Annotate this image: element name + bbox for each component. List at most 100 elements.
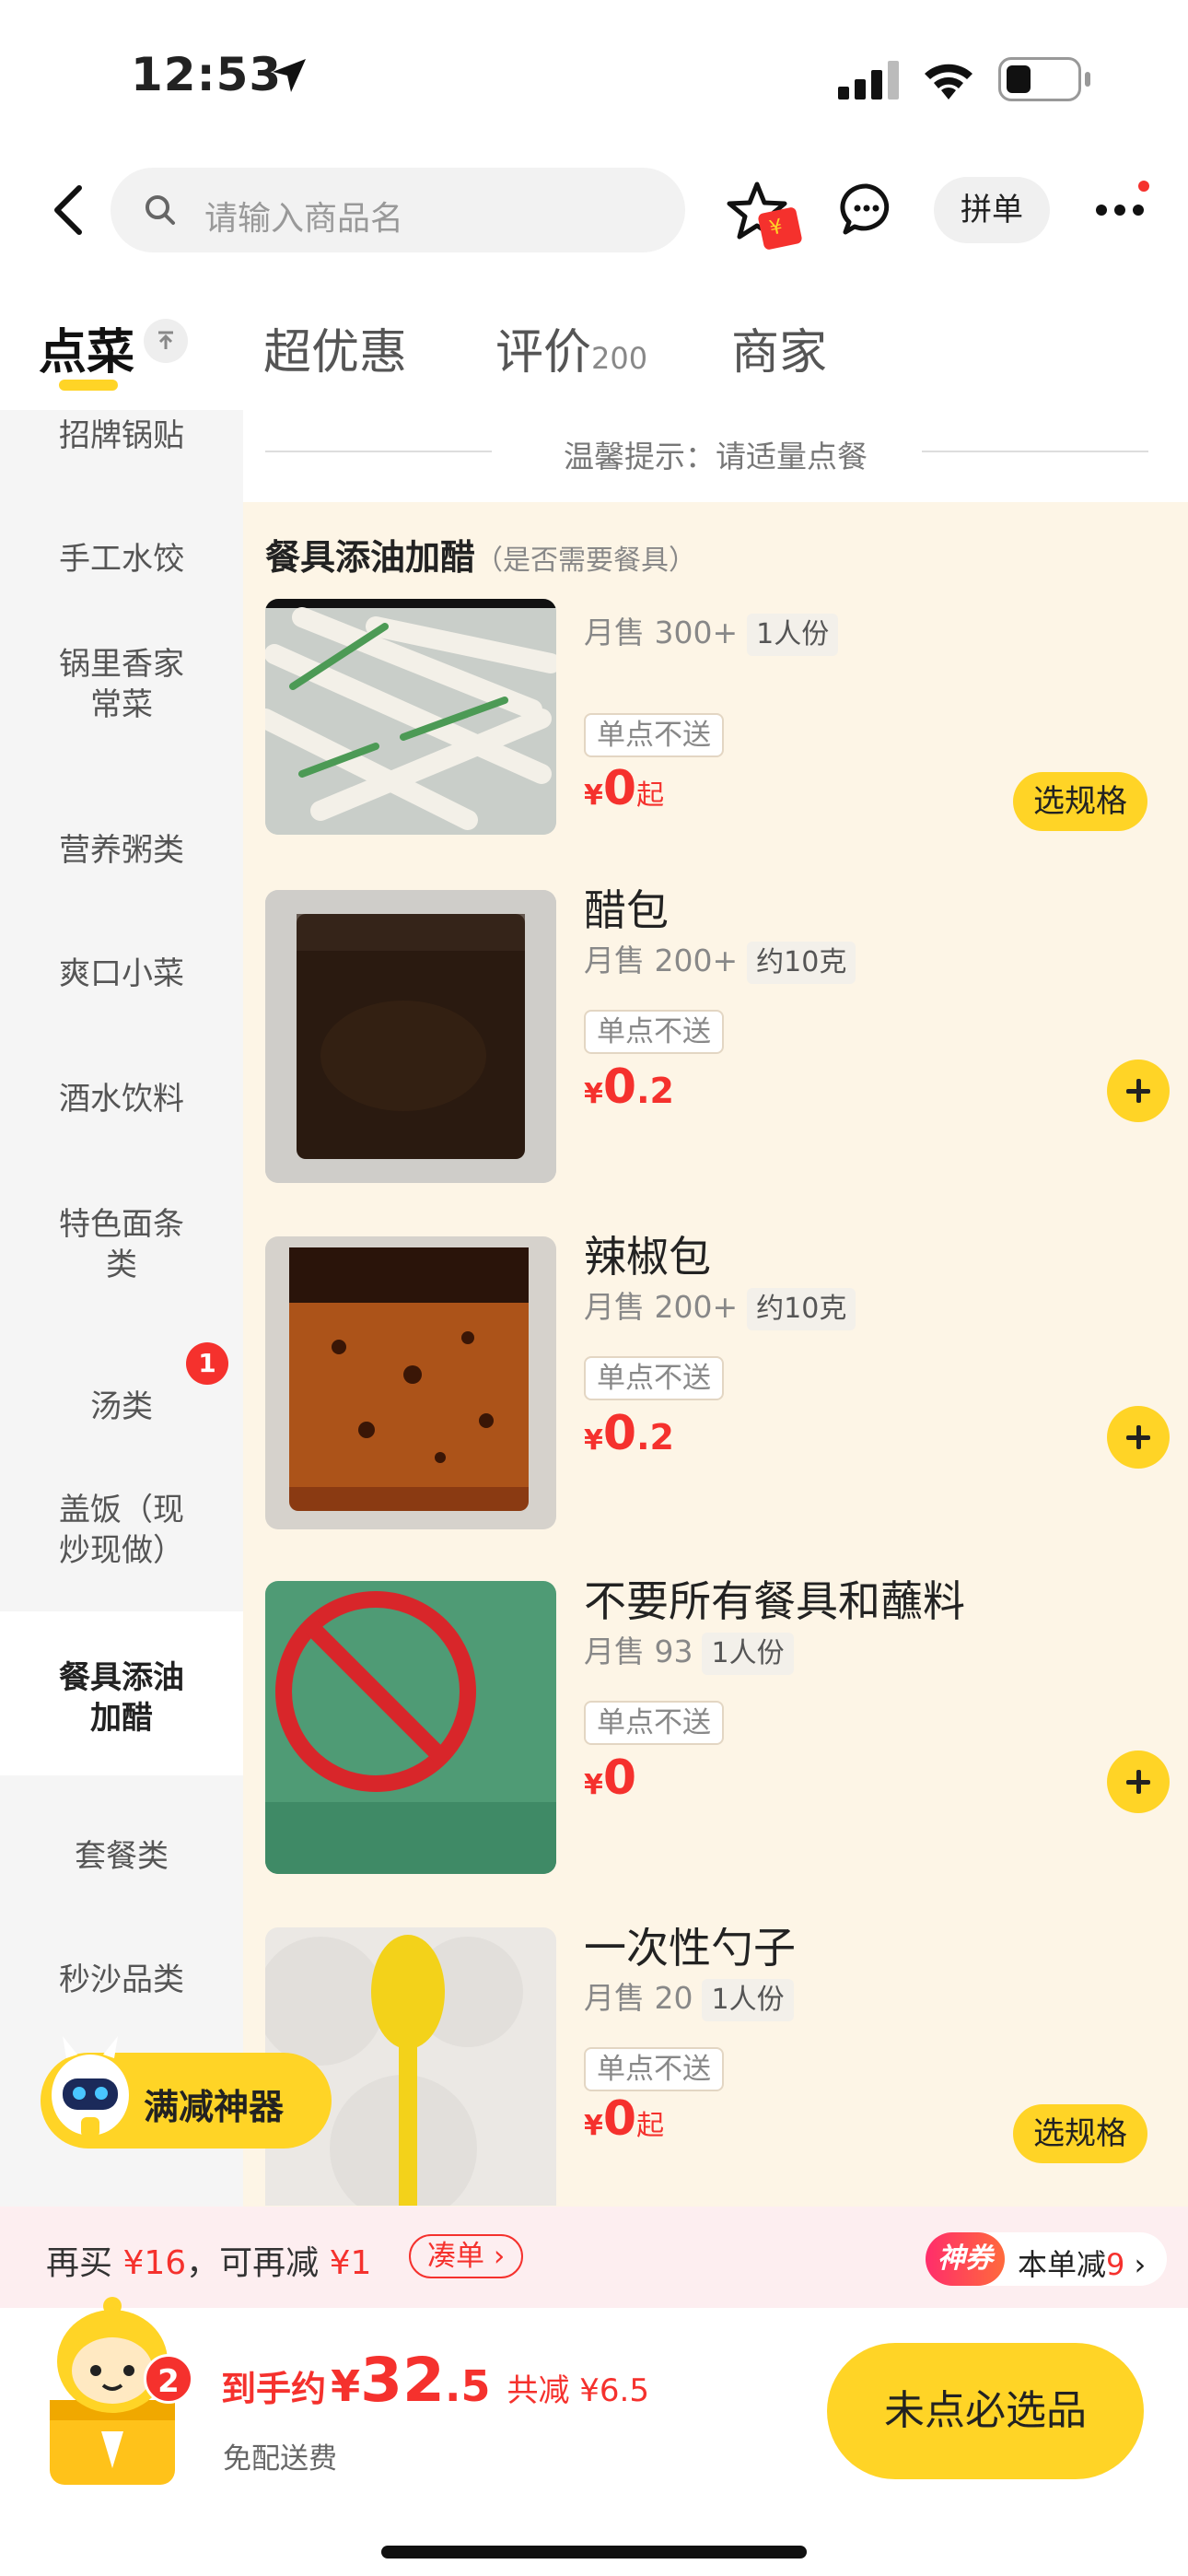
item-sales: 月售 200+ 约10克: [584, 936, 856, 984]
item-tag: 约10克: [747, 942, 856, 984]
notice-text: 温馨提示：请适量点餐: [564, 439, 868, 474]
wifi-icon: [925, 64, 973, 100]
search-input[interactable]: 请输入商品名: [111, 168, 685, 252]
price-symbol: ¥: [584, 1769, 603, 1801]
coudan-label: 凑单: [427, 2240, 484, 2273]
tab-bar: 点菜 超优惠 评价200 商家: [0, 286, 1188, 405]
item-tag: 1人份: [702, 1979, 794, 2021]
message-icon[interactable]: [840, 182, 893, 236]
back-arrow-icon[interactable]: [52, 184, 85, 236]
list-item[interactable]: 醋包 月售 200+ 约10克 单点不送 ¥0.2: [265, 885, 1186, 1183]
price-symbol: ¥: [584, 1424, 603, 1457]
add-button[interactable]: [1107, 1406, 1170, 1469]
pindan-button[interactable]: 拼单: [934, 177, 1050, 243]
list-item[interactable]: 一次性勺子 月售 20 1人份 单点不送 ¥0起 选规格: [265, 1927, 1186, 2206]
sidebar-item-jiushui[interactable]: 酒水饮料: [0, 1079, 243, 1119]
tab-label: 点菜: [39, 325, 135, 381]
price-int: 0: [602, 1406, 637, 1461]
price-symbol: ¥: [584, 779, 603, 812]
price-int: 0: [602, 2091, 637, 2147]
list-item[interactable]: 月售 300+ 1人份 单点不送 ¥0起 选规格: [265, 599, 1186, 838]
price-symbol: ¥: [584, 1078, 603, 1110]
review-count: 200: [591, 341, 648, 376]
manjian-promo-button[interactable]: 满减神器: [41, 2036, 332, 2149]
item-sales: 月售 93 1人份: [584, 1627, 794, 1675]
cart-count-badge: 1: [186, 1342, 228, 1385]
tab-shangjia[interactable]: 商家: [731, 313, 827, 382]
section-title: 餐具添油加醋（是否需要餐具）: [265, 529, 696, 580]
sidebar-item-miaosha[interactable]: 秒沙品类: [0, 1960, 243, 2000]
tab-diancai[interactable]: 点菜: [39, 313, 134, 382]
add-button[interactable]: [1107, 1751, 1170, 1813]
no-single-delivery-tag: 单点不送: [584, 2047, 724, 2091]
item-sales-text: 月售 200+: [584, 1289, 739, 1325]
item-name: 醋包: [584, 885, 669, 935]
price-symbol: ¥: [584, 2110, 603, 2142]
search-placeholder: 请输入商品名: [204, 200, 404, 238]
tab-chaoyouhui[interactable]: 超优惠: [263, 313, 407, 382]
status-time: 12:53: [131, 48, 283, 101]
shenquan-badge: 神券: [926, 2232, 1005, 2286]
total-decimal: .5: [444, 2361, 491, 2411]
select-spec-button[interactable]: 选规格: [1013, 2104, 1147, 2163]
more-icon[interactable]: [1094, 203, 1146, 217]
strip-text-b: ，可再减: [186, 2244, 330, 2282]
item-sales-text: 月售 200+: [584, 943, 739, 978]
tab-pingjia[interactable]: 评价200: [495, 313, 647, 382]
price-suffix: 起: [636, 779, 665, 812]
benjian-label: 本单减: [1018, 2247, 1107, 2282]
coudan-button[interactable]: 凑单 ›: [409, 2234, 524, 2278]
sidebar-item-zhou[interactable]: 营养粥类: [0, 830, 243, 871]
item-sales-text: 月售 20: [584, 1980, 693, 2016]
sidebar-item-zhaopai[interactable]: 招牌锅贴: [0, 416, 243, 456]
item-name: 辣椒包: [584, 1232, 711, 1282]
item-price: ¥0: [584, 1751, 636, 1806]
active-tab-indicator: [59, 380, 118, 391]
sidebar-item-taocan[interactable]: 套餐类: [0, 1836, 243, 1877]
red-envelope-icon: ¥: [757, 206, 803, 251]
item-sales: 月售 300+ 1人份: [584, 608, 839, 656]
category-sidebar: 招牌锅贴 手工水饺 锅里香家常菜 营养粥类 爽口小菜 酒水饮料 特色面条类 汤类…: [0, 410, 243, 2207]
sidebar-item-jiachangcai[interactable]: 锅里香家常菜: [0, 644, 243, 725]
sidebar-item-label: 汤类: [90, 1388, 153, 1425]
status-bar: 12:53: [0, 0, 1188, 157]
battery-icon: [998, 57, 1081, 101]
no-single-delivery-tag: 单点不送: [584, 1356, 724, 1400]
sidebar-item-miantiao[interactable]: 特色面条类: [0, 1204, 243, 1285]
notice-bar: 温馨提示：请适量点餐: [243, 410, 1188, 502]
list-item[interactable]: 不要所有餐具和蘸料 月售 93 1人份 单点不送 ¥0: [265, 1576, 1186, 1874]
checkout-button[interactable]: 未点必选品: [827, 2343, 1144, 2479]
sidebar-item-shuijiao[interactable]: 手工水饺: [0, 539, 243, 580]
no-single-delivery-tag: 单点不送: [584, 1701, 724, 1745]
sidebar-item-gaifan[interactable]: 盖饭（现炒现做）: [0, 1490, 243, 1571]
sidebar-item-xiaocai[interactable]: 爽口小菜: [0, 954, 243, 994]
item-sales: 月售 20 1人份: [584, 1973, 794, 2021]
total-yen: ¥: [331, 2361, 361, 2411]
nav-bar: 请输入商品名 ¥ 拼单: [0, 157, 1188, 267]
price-int: 0: [602, 1751, 637, 1806]
chili-pack-image: [265, 1236, 556, 1529]
strip-amount-a: ¥16: [122, 2244, 187, 2282]
sidebar-item-tang[interactable]: 汤类: [0, 1387, 243, 1427]
list-item[interactable]: 辣椒包 月售 200+ 约10克 单点不送 ¥0.2: [265, 1232, 1186, 1529]
promo-label: 满减神器: [144, 2087, 285, 2127]
coupon-text: 本单减9 ›: [1018, 2247, 1147, 2282]
search-icon: [146, 195, 175, 225]
location-arrow-icon: [273, 59, 306, 92]
robot-mascot-icon: [52, 2036, 129, 2137]
price-int: 0: [602, 761, 637, 816]
no-utensils-sign-image: [265, 1581, 556, 1874]
free-delivery-text: 免配送费: [223, 2442, 337, 2476]
add-button[interactable]: [1107, 1060, 1170, 1122]
item-sales-text: 月售 300+: [584, 615, 739, 650]
collapse-top-icon[interactable]: [144, 319, 188, 363]
cart-count-badge: 2: [144, 2354, 193, 2404]
price-decimal: .2: [636, 1071, 674, 1111]
item-sales: 月售 200+ 约10克: [584, 1282, 856, 1330]
item-sales-text: 月售 93: [584, 1633, 693, 1669]
chopsticks-image: [265, 599, 556, 835]
section-title-text: 餐具添油加醋: [265, 537, 476, 578]
select-spec-button[interactable]: 选规格: [1013, 772, 1147, 831]
coupon-pill[interactable]: 神券 本单减9 ›: [926, 2232, 1167, 2286]
sidebar-item-canju[interactable]: 餐具添油加醋: [0, 1611, 243, 1775]
